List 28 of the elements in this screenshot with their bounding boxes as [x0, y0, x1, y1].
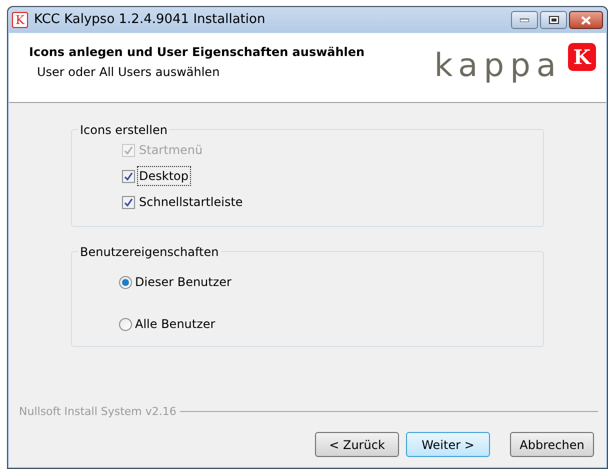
radio-label: Alle Benutzer — [135, 316, 216, 333]
check-icon — [124, 146, 133, 154]
radio-label: Dieser Benutzer — [135, 274, 232, 291]
window-title: KCC Kalypso 1.2.4.9041 Installation — [34, 11, 266, 30]
checkbox[interactable] — [122, 170, 135, 182]
checkbox[interactable] — [122, 196, 135, 208]
dialog-button[interactable]: Abbrechen — [510, 432, 594, 457]
checkbox-label: Desktop — [138, 167, 190, 185]
radio-button[interactable] — [119, 318, 132, 330]
header-title: Icons anlegen und User Eigenschaften auswählen — [29, 44, 365, 61]
dialog-button[interactable]: Weiter > — [406, 432, 490, 457]
dialog-button[interactable]: < Zurück — [315, 432, 399, 457]
checkbox-label: Startmenü — [138, 142, 204, 159]
close-button[interactable] — [569, 11, 603, 29]
close-icon — [581, 16, 591, 24]
logo-badge: K — [568, 43, 596, 71]
header-subtitle: User oder All Users auswählen — [37, 64, 221, 81]
radio-button[interactable] — [119, 276, 132, 288]
minimize-button[interactable] — [511, 11, 538, 29]
checkbox-label: Schnellstartleiste — [138, 194, 244, 211]
logo-wordmark: kappa — [434, 49, 562, 81]
check-icon — [124, 172, 133, 180]
minimize-icon — [520, 18, 529, 22]
check-icon — [124, 198, 133, 206]
maximize-icon — [548, 16, 558, 24]
maximize-button[interactable] — [540, 11, 567, 29]
branding-text: Nullsoft Install System v2.16 — [19, 404, 176, 420]
app-icon: K — [12, 12, 28, 28]
